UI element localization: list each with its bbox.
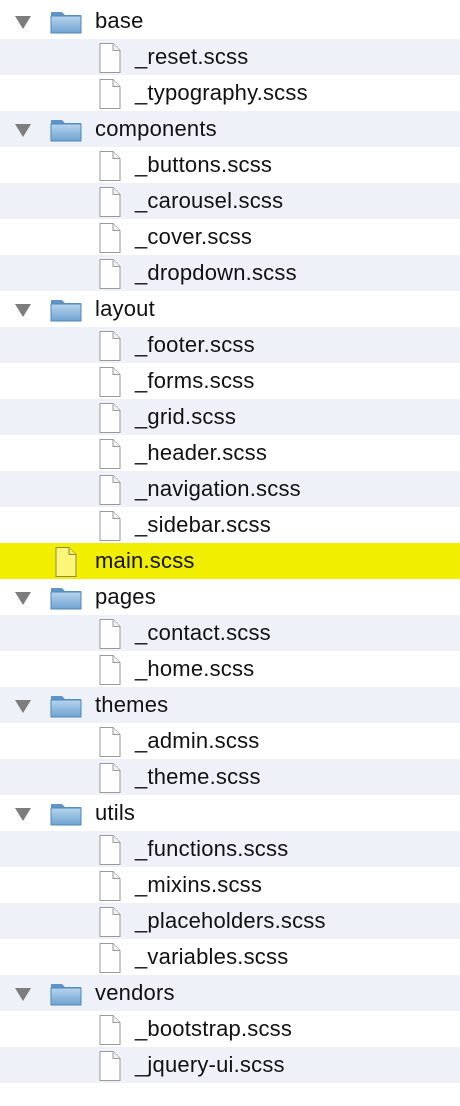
file-row-bootstrap-scss[interactable]: _bootstrap.scss (0, 1011, 460, 1047)
disclosure-triangle-icon[interactable] (15, 16, 31, 29)
file-label: _grid.scss (135, 404, 237, 429)
file-row-cover-scss[interactable]: _cover.scss (0, 219, 460, 255)
file-row-navigation-scss[interactable]: _navigation.scss (0, 471, 460, 507)
file-label: _forms.scss (135, 368, 255, 393)
disclosure-triangle-icon[interactable] (15, 304, 31, 317)
file-row-reset-scss[interactable]: _reset.scss (0, 39, 460, 75)
file-row-grid-scss[interactable]: _grid.scss (0, 399, 460, 435)
folder-row-themes[interactable]: themes (0, 687, 460, 723)
file-row-placeholders-scss[interactable]: _placeholders.scss (0, 903, 460, 939)
file-row-forms-scss[interactable]: _forms.scss (0, 363, 460, 399)
disclosure-triangle-icon[interactable] (15, 808, 31, 821)
folder-icon (49, 978, 83, 1014)
folder-row-vendors[interactable]: vendors (0, 975, 460, 1011)
file-label: _admin.scss (135, 728, 260, 753)
file-label: _home.scss (135, 656, 255, 681)
file-label: _reset.scss (135, 44, 249, 69)
file-row-functions-scss[interactable]: _functions.scss (0, 831, 460, 867)
disclosure-triangle-icon[interactable] (15, 592, 31, 605)
folder-icon (49, 294, 83, 330)
folder-label: base (95, 8, 144, 33)
file-row-variables-scss[interactable]: _variables.scss (0, 939, 460, 975)
folder-label: utils (95, 800, 136, 825)
folder-label: themes (95, 692, 169, 717)
file-row-carousel-scss[interactable]: _carousel.scss (0, 183, 460, 219)
disclosure-triangle-icon[interactable] (15, 700, 31, 713)
file-row-mixins-scss[interactable]: _mixins.scss (0, 867, 460, 903)
file-label: _contact.scss (135, 620, 271, 645)
disclosure-triangle-icon[interactable] (15, 124, 31, 137)
file-label: _mixins.scss (135, 872, 263, 897)
folder-row-components[interactable]: components (0, 111, 460, 147)
file-label: main.scss (95, 548, 195, 573)
file-label: _bootstrap.scss (135, 1016, 293, 1041)
file-row-typography-scss[interactable]: _typography.scss (0, 75, 460, 111)
file-label: _theme.scss (135, 764, 261, 789)
file-label: _variables.scss (135, 944, 289, 969)
folder-label: components (95, 116, 217, 141)
file-label: _placeholders.scss (135, 908, 326, 933)
folder-label: layout (95, 296, 155, 321)
folder-icon (49, 6, 83, 42)
file-row-admin-scss[interactable]: _admin.scss (0, 723, 460, 759)
folder-label: pages (95, 584, 156, 609)
folder-row-utils[interactable]: utils (0, 795, 460, 831)
file-row-sidebar-scss[interactable]: _sidebar.scss (0, 507, 460, 543)
file-label: _footer.scss (135, 332, 255, 357)
file-icon (97, 1050, 123, 1088)
folder-icon (49, 582, 83, 618)
file-label: _functions.scss (135, 836, 289, 861)
file-row-home-scss[interactable]: _home.scss (0, 651, 460, 687)
file-row-dropdown-scss[interactable]: _dropdown.scss (0, 255, 460, 291)
folder-row-base[interactable]: base (0, 3, 460, 39)
file-label: _jquery-ui.scss (135, 1052, 285, 1077)
file-row-theme-scss[interactable]: _theme.scss (0, 759, 460, 795)
file-label: _buttons.scss (135, 152, 273, 177)
file-row-footer-scss[interactable]: _footer.scss (0, 327, 460, 363)
file-row-main-scss[interactable]: main.scss (0, 543, 460, 579)
file-label: _cover.scss (135, 224, 253, 249)
file-row-jquery-ui-scss[interactable]: _jquery-ui.scss (0, 1047, 460, 1083)
folder-row-pages[interactable]: pages (0, 579, 460, 615)
folder-label: vendors (95, 980, 175, 1005)
file-label: _sidebar.scss (135, 512, 271, 537)
folder-icon (49, 114, 83, 150)
folder-icon (49, 690, 83, 726)
file-label: _carousel.scss (135, 188, 284, 213)
file-tree: base _reset.scss _typography.scss component… (0, 0, 460, 1083)
file-label: _typography.scss (135, 80, 308, 105)
file-row-header-scss[interactable]: _header.scss (0, 435, 460, 471)
file-row-buttons-scss[interactable]: _buttons.scss (0, 147, 460, 183)
file-label: _header.scss (135, 440, 268, 465)
folder-icon (49, 798, 83, 834)
file-label: _navigation.scss (135, 476, 301, 501)
file-row-contact-scss[interactable]: _contact.scss (0, 615, 460, 651)
file-label: _dropdown.scss (135, 260, 297, 285)
folder-row-layout[interactable]: layout (0, 291, 460, 327)
disclosure-triangle-icon[interactable] (15, 988, 31, 1001)
